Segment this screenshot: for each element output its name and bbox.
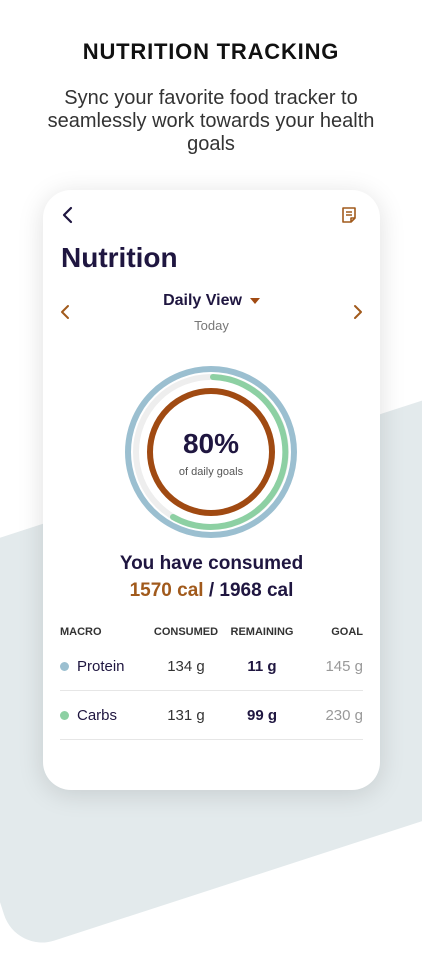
percent-caption: of daily goals — [178, 466, 244, 478]
header-consumed: CONSUMED — [153, 626, 219, 638]
macro-name: Protein — [77, 657, 125, 675]
headline: NUTRITION TRACKING — [82, 39, 340, 64]
next-day-button[interactable] — [348, 301, 368, 323]
percent-of-goals: 80% — [182, 428, 240, 459]
consumed-cell: 131 g — [167, 706, 205, 724]
protein-dot-icon — [60, 662, 69, 672]
macro-name: Carbs — [77, 706, 118, 724]
subline: Sync your favorite food tracker to seaml… — [47, 87, 375, 155]
macro-cell: Carbs — [60, 707, 148, 724]
goal-cell: 230 g — [325, 706, 363, 724]
macro-table: MACRO CONSUMED REMAINING GOAL Protein 13… — [60, 622, 363, 740]
goal-cell: 145 g — [325, 657, 363, 675]
calories-consumed: 1570 cal — [129, 580, 204, 601]
calorie-summary: 1570 cal / 1968 cal — [43, 580, 380, 602]
calories-goal: 1968 cal — [219, 580, 294, 601]
chevron-left-icon — [62, 206, 73, 224]
table-row[interactable]: Carbs 131 g 99 g 230 g — [60, 691, 363, 740]
macro-table-header: MACRO CONSUMED REMAINING GOAL — [60, 622, 363, 642]
consumed-cell: 134 g — [167, 657, 205, 675]
calorie-separator: / — [203, 580, 220, 601]
date-label: Today — [194, 318, 229, 333]
notes-icon — [342, 207, 356, 223]
chevron-right-icon — [354, 305, 362, 319]
remaining-cell: 99 g — [246, 706, 277, 724]
table-row[interactable]: Protein 134 g 11 g 145 g — [60, 642, 363, 691]
page-title: Nutrition — [61, 242, 178, 273]
back-button[interactable] — [57, 204, 79, 226]
view-selector[interactable]: Daily View — [43, 292, 380, 310]
notes-button[interactable] — [338, 204, 360, 226]
view-selector-label: Daily View — [163, 292, 242, 309]
macro-cell: Protein — [60, 658, 148, 675]
progress-ring: 80% of daily goals — [121, 362, 301, 542]
caret-down-icon — [249, 297, 260, 304]
header-remaining: REMAINING — [230, 626, 294, 638]
header-macro: MACRO — [60, 626, 102, 638]
consumed-heading: You have consumed — [119, 553, 304, 574]
phone-screen: Nutrition Daily View Today 80% of daily … — [43, 190, 380, 790]
header-goal: GOAL — [331, 626, 363, 638]
carbs-dot-icon — [60, 711, 69, 721]
remaining-cell: 11 g — [247, 657, 277, 675]
